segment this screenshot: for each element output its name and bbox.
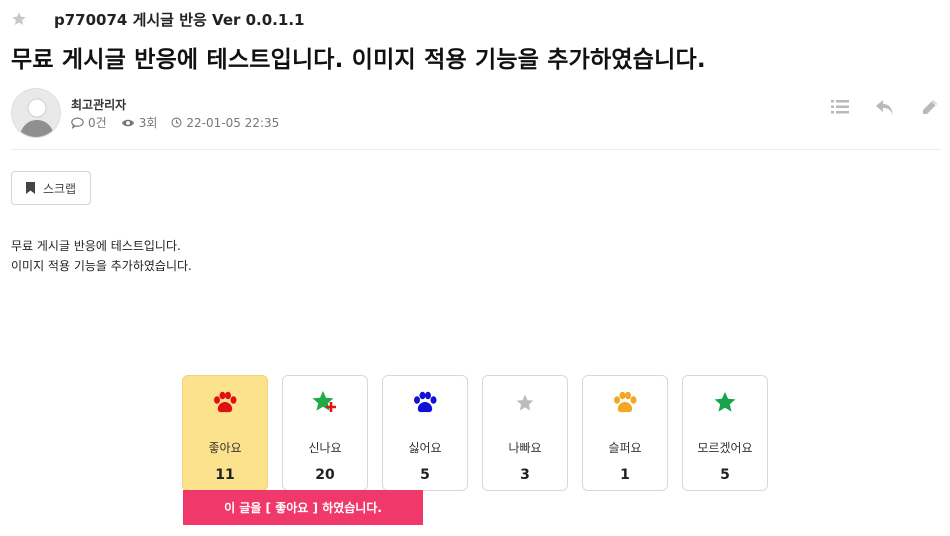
reply-icon[interactable] — [874, 96, 896, 118]
paw-icon — [383, 390, 467, 416]
post-title: 무료 게시글 반응에 테스트입니다. 이미지 적용 기능을 추가하였습니다. — [11, 47, 706, 73]
reaction-count: 20 — [315, 467, 335, 483]
reaction-sad-button[interactable]: 슬퍼요 1 — [582, 375, 668, 491]
reaction-notice: 이 글을 [ 좋아요 ] 하였습니다. — [183, 490, 423, 525]
board-header: p770074 게시글 반응 Ver 0.0.1.1 — [10, 8, 304, 30]
reaction-dislike-button[interactable]: 싫어요 5 — [382, 375, 468, 491]
post-tools — [806, 96, 941, 118]
paw-icon — [583, 390, 667, 416]
post-datetime-value: 22-01-05 22:35 — [186, 115, 280, 130]
post-body-line: 이미지 적용 기능을 추가하였습니다. — [11, 259, 192, 273]
board-name: p770074 게시글 반응 Ver 0.0.1.1 — [54, 10, 305, 29]
divider — [11, 149, 941, 150]
comment-count-value: 0건 — [88, 116, 107, 130]
reaction-count: 5 — [720, 467, 730, 483]
star-icon — [483, 390, 567, 416]
list-icon[interactable] — [829, 96, 851, 118]
author-name: 최고관리자 — [71, 98, 127, 112]
reaction-excited-button[interactable]: 신나요 20 — [282, 375, 368, 491]
post-meta: 0건 3회 22-01-05 22:35 — [71, 114, 293, 131]
reaction-count: 11 — [215, 467, 235, 483]
post-body: 무료 게시글 반응에 테스트입니다. 이미지 적용 기능을 추가하였습니다. — [11, 236, 192, 276]
reaction-count: 5 — [420, 467, 430, 483]
reaction-label: 좋아요 — [208, 441, 242, 455]
reaction-unsure-button[interactable]: 모르겠어요 5 — [682, 375, 768, 491]
bookmark-icon — [25, 182, 35, 194]
reaction-label: 신나요 — [308, 441, 342, 455]
reaction-like-button[interactable]: 좋아요 11 — [182, 375, 268, 491]
view-count: 3회 — [121, 114, 158, 131]
comment-count: 0건 — [71, 114, 107, 131]
author-info: 최고관리자 0건 3회 22-01-05 22:35 — [11, 88, 941, 140]
reaction-count: 1 — [620, 467, 630, 483]
scrap-label: 스크랩 — [42, 181, 77, 196]
comment-icon — [71, 117, 84, 129]
post-body-line: 무료 게시글 반응에 테스트입니다. — [11, 239, 181, 253]
paw-icon — [183, 390, 267, 416]
reaction-label: 슬퍼요 — [608, 441, 642, 455]
post-datetime: 22-01-05 22:35 — [171, 116, 279, 130]
avatar — [11, 88, 61, 138]
reaction-label: 나빠요 — [508, 441, 542, 455]
reaction-label: 싫어요 — [408, 441, 442, 455]
reaction-label: 모르겠어요 — [697, 441, 753, 455]
view-count-value: 3회 — [138, 116, 158, 130]
eye-icon — [121, 119, 134, 126]
reaction-count: 3 — [520, 467, 530, 483]
scrap-button[interactable]: 스크랩 — [11, 171, 91, 205]
clock-icon — [171, 117, 182, 128]
edit-icon[interactable] — [919, 96, 941, 118]
star-icon — [683, 390, 767, 416]
reaction-list: 좋아요 11 신나요 20 싫어요 5 나빠요 3 슬퍼요 1 모르겠어요 5 — [182, 375, 782, 491]
reaction-bad-button[interactable]: 나빠요 3 — [482, 375, 568, 491]
star-plus-icon — [283, 390, 367, 416]
star-icon[interactable] — [10, 10, 28, 28]
